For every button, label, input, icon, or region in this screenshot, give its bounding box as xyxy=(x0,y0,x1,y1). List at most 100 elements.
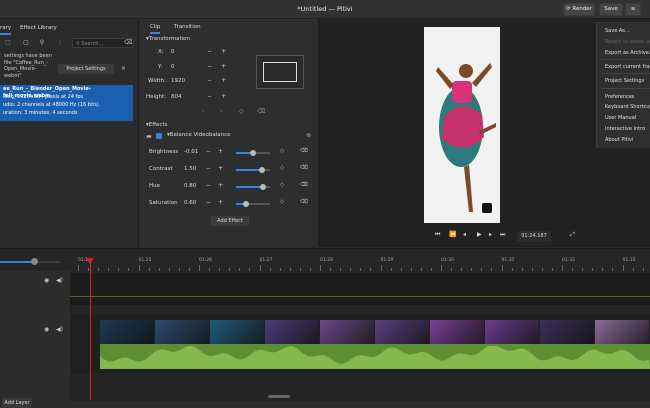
delete-icon[interactable]: ▢ xyxy=(22,39,30,47)
add-effect-button[interactable]: Add Effect xyxy=(211,216,249,226)
clear-icon[interactable]: ⌫ xyxy=(300,165,308,171)
drag-handle-icon[interactable]: ▬ xyxy=(146,133,152,140)
menu-item[interactable]: Revert to saved vers xyxy=(605,39,650,45)
decrement-button[interactable]: − xyxy=(206,199,211,206)
effects-section[interactable]: ▾Effects xyxy=(146,122,167,128)
hamburger-menu-icon[interactable]: ≡ xyxy=(625,3,641,16)
video-preview[interactable] xyxy=(424,27,500,223)
save-button[interactable]: Save xyxy=(599,3,623,16)
align-right-icon[interactable]: › xyxy=(220,108,222,115)
y-increment-button[interactable]: + xyxy=(221,63,226,70)
video-clip[interactable] xyxy=(100,320,650,344)
y-field[interactable]: 0 xyxy=(171,64,175,70)
play-icon[interactable]: ▶ xyxy=(477,231,482,238)
clear-icon[interactable]: ⌫ xyxy=(300,199,308,205)
tab-media-library[interactable]: rary xyxy=(0,25,12,35)
effect-param-value[interactable]: -0.01 xyxy=(184,149,198,155)
width-increment-button[interactable]: + xyxy=(221,77,226,84)
remove-effect-icon[interactable]: ⊗ xyxy=(306,132,311,139)
playhead[interactable] xyxy=(90,260,91,400)
increment-button[interactable]: + xyxy=(218,148,223,155)
audio-clip[interactable] xyxy=(100,344,650,369)
y-decrement-button[interactable]: − xyxy=(207,63,212,70)
effect-enabled-checkbox[interactable] xyxy=(156,133,162,139)
increment-button[interactable]: + xyxy=(218,199,223,206)
zoom-slider-knob[interactable] xyxy=(31,258,38,265)
height-decrement-button[interactable]: − xyxy=(207,93,212,100)
seek-backward-icon[interactable]: ⏪ xyxy=(449,231,456,238)
menu-item[interactable]: Save As... xyxy=(605,28,630,34)
project-settings-button[interactable]: Project Settings xyxy=(58,64,114,74)
menu-item[interactable]: About Pitivi xyxy=(605,137,633,143)
x-decrement-button[interactable]: − xyxy=(207,48,212,55)
effect-param-value[interactable]: 0.60 xyxy=(184,200,196,206)
selected-clip-info[interactable]: ee_Run_-_Blender_Open_Movie-full_movie.w… xyxy=(0,85,133,121)
tab-transition[interactable]: Transition xyxy=(174,24,201,30)
ruler-tick xyxy=(78,265,79,271)
panel-resize-handle[interactable] xyxy=(268,395,290,398)
slider-knob[interactable] xyxy=(259,167,265,173)
ruler-tick xyxy=(269,268,271,271)
slider-knob[interactable] xyxy=(260,184,266,190)
increment-button[interactable]: + xyxy=(218,182,223,189)
layer-1[interactable] xyxy=(70,273,650,305)
reset-icon[interactable]: ◇ xyxy=(280,165,284,171)
effect-header[interactable]: ▾Balance Videobalance xyxy=(167,132,231,138)
render-button[interactable]: ⟳ Render xyxy=(563,3,595,16)
close-icon[interactable]: × xyxy=(121,65,126,72)
fullscreen-icon[interactable]: ⤢ xyxy=(570,231,575,239)
reset-icon[interactable]: ◇ xyxy=(239,108,244,115)
grid-view-icon[interactable]: ⋮ xyxy=(56,39,64,47)
clear-icon[interactable]: ⌫ xyxy=(300,182,308,188)
height-increment-button[interactable]: + xyxy=(221,93,226,100)
reset-icon[interactable]: ◇ xyxy=(280,199,284,205)
tab-clip[interactable]: Clip xyxy=(150,24,161,34)
step-forward-icon[interactable]: ▸ xyxy=(489,231,492,238)
align-left-icon[interactable]: ‹ xyxy=(202,108,204,115)
layer1-visibility-icon[interactable]: ◉ xyxy=(44,277,49,284)
clear-icon[interactable]: ⌫ xyxy=(300,148,308,154)
menu-item[interactable]: Export as Archive... xyxy=(605,50,650,56)
layer-2[interactable] xyxy=(70,315,650,373)
effect-param-value[interactable]: 1.50 xyxy=(184,166,196,172)
menu-item[interactable]: Project Settings xyxy=(605,78,644,84)
step-back-icon[interactable]: ◂ xyxy=(463,231,466,238)
menu-item[interactable]: Keyboard Shortcut xyxy=(605,104,650,110)
increment-button[interactable]: + xyxy=(218,165,223,172)
go-to-end-icon[interactable]: ⏭ xyxy=(500,231,505,239)
slider-knob[interactable] xyxy=(250,150,256,156)
transformation-box[interactable] xyxy=(256,55,304,89)
zoom-slider[interactable] xyxy=(0,258,60,265)
width-decrement-button[interactable]: − xyxy=(207,77,212,84)
reset-icon[interactable]: ◇ xyxy=(280,182,284,188)
x-increment-button[interactable]: + xyxy=(221,48,226,55)
decrement-button[interactable]: − xyxy=(206,148,211,155)
menu-item[interactable]: Interactive Intro xyxy=(605,126,645,132)
decrement-button[interactable]: − xyxy=(206,165,211,172)
go-to-start-icon[interactable]: ⏮ xyxy=(435,231,440,239)
width-field[interactable]: 1920 xyxy=(171,78,185,84)
import-icon[interactable]: ⬚ xyxy=(4,39,12,47)
timeline-ruler[interactable]: 01:24 01:25 01:26 01:27 01:28 01:29 01:30 01:31… xyxy=(70,255,650,271)
menu-item[interactable]: Export current fram xyxy=(605,64,650,70)
layer1-audio-icon[interactable]: ◀) xyxy=(56,277,63,284)
decrement-button[interactable]: − xyxy=(206,182,211,189)
menu-item[interactable]: Preferences xyxy=(605,94,634,100)
ruler-tick xyxy=(249,268,250,271)
effect-param-value[interactable]: 0.80 xyxy=(184,183,196,189)
timecode-field[interactable]: 01:24.187 xyxy=(517,231,551,242)
menu-item[interactable]: User Manual xyxy=(605,115,636,121)
transformation-section[interactable]: ▾Transformation xyxy=(146,36,190,42)
ruler-tick xyxy=(521,268,523,271)
tab-effect-library[interactable]: Effect Library xyxy=(20,25,57,31)
layer2-visibility-icon[interactable]: ◉ xyxy=(44,326,49,333)
ruler-tick xyxy=(632,268,634,271)
clear-search-icon[interactable]: ⌫ xyxy=(124,39,132,47)
x-field[interactable]: 0 xyxy=(171,49,175,55)
slider-knob[interactable] xyxy=(243,201,249,207)
height-field[interactable]: 804 xyxy=(171,94,182,100)
properties-icon[interactable]: ⚲ xyxy=(38,39,46,47)
clear-icon[interactable]: ⌫ xyxy=(257,108,265,115)
layer2-audio-icon[interactable]: ◀) xyxy=(56,326,63,333)
reset-icon[interactable]: ◇ xyxy=(280,148,284,154)
